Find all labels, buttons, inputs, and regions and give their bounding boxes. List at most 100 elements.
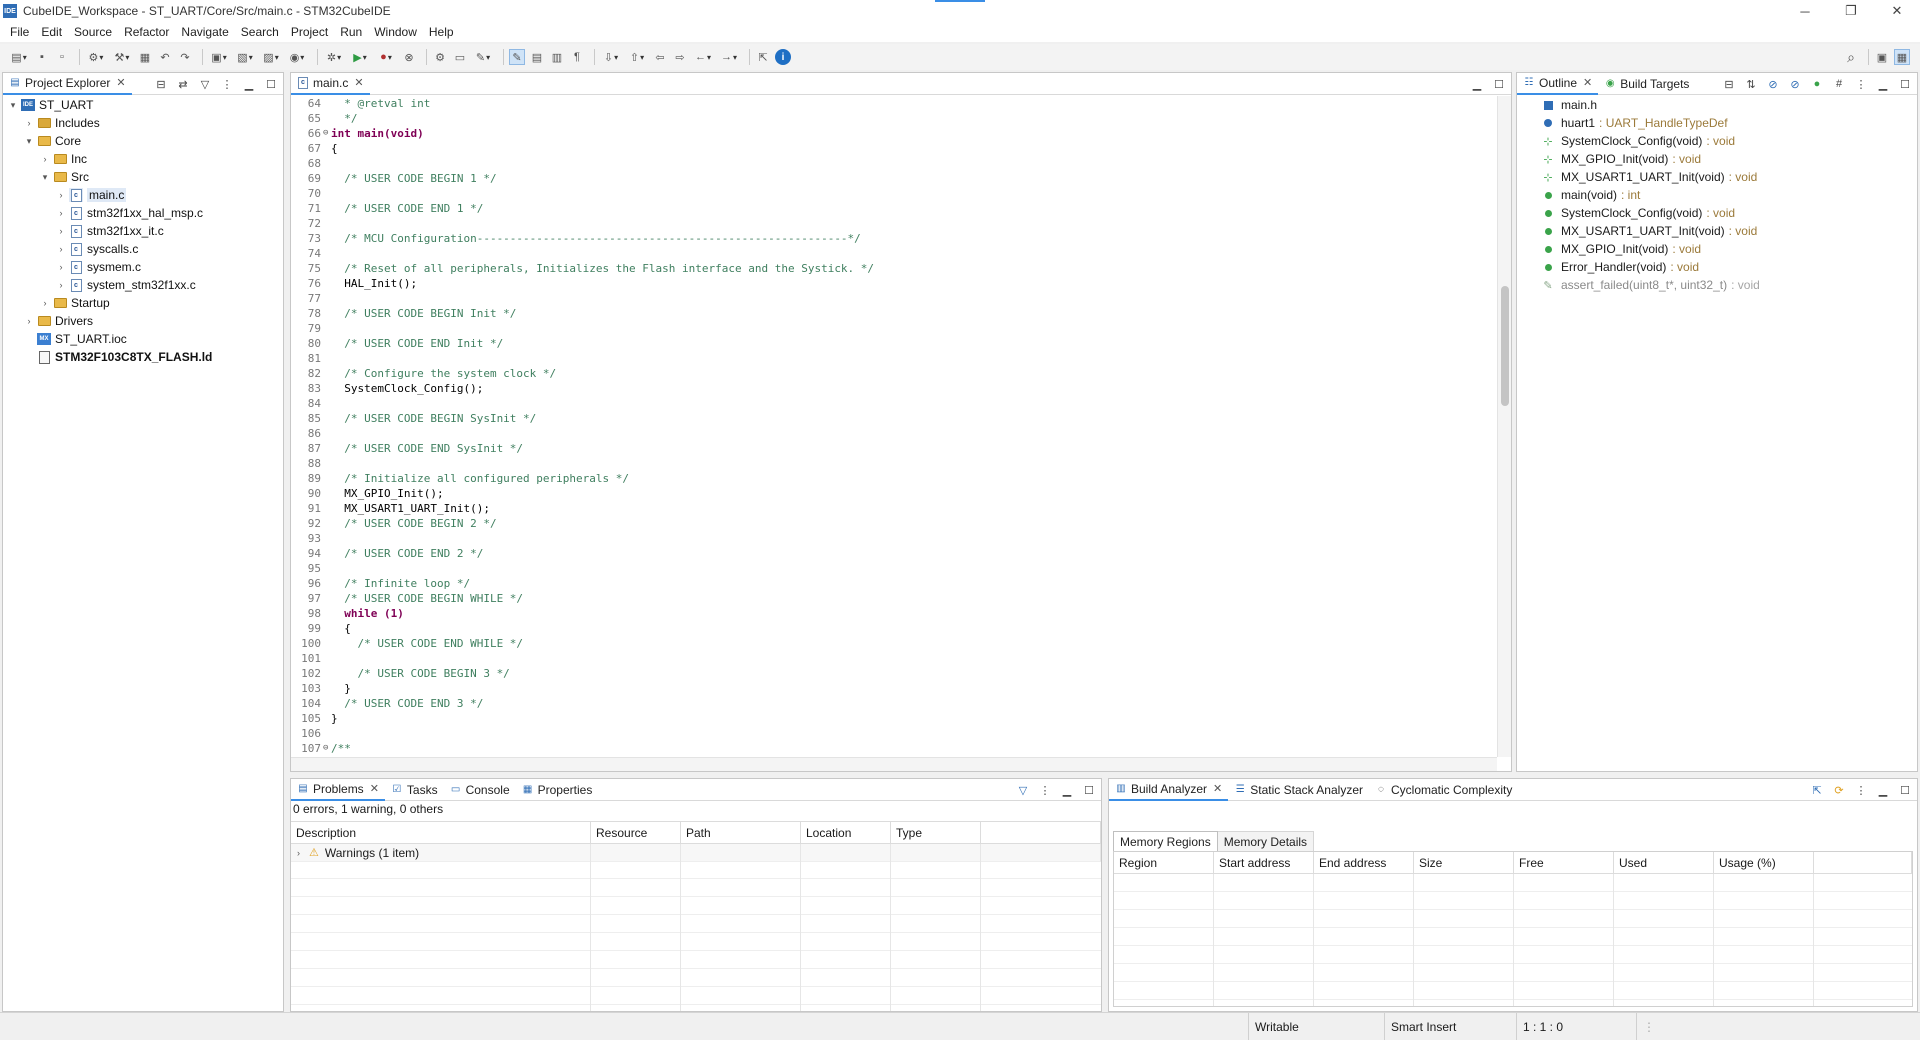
new-class-icon[interactable]: ◉: [286, 49, 308, 65]
column-header-start-address[interactable]: Start address: [1214, 852, 1314, 874]
column-header-usage[interactable]: Usage (%): [1714, 852, 1814, 874]
code-line[interactable]: 67 {: [291, 141, 1497, 156]
column-header-free[interactable]: Free: [1514, 852, 1614, 874]
fold-toggle-icon[interactable]: [323, 201, 331, 216]
tree-item-system-stm32[interactable]: › c system_stm32f1xx.c: [3, 276, 283, 294]
column-header-used[interactable]: Used: [1614, 852, 1714, 874]
tree-item-core[interactable]: ▾ Core: [3, 132, 283, 150]
subtab-memory-details[interactable]: Memory Details: [1217, 831, 1315, 851]
tree-item-ld[interactable]: STM32F103C8TX_FLASH.ld: [3, 348, 283, 366]
menu-source[interactable]: Source: [68, 25, 118, 39]
debug-icon[interactable]: ✲: [323, 49, 345, 65]
fold-toggle-icon[interactable]: [323, 636, 331, 651]
tree-item-startup[interactable]: › Startup: [3, 294, 283, 312]
fold-toggle-icon[interactable]: [323, 246, 331, 261]
menu-help[interactable]: Help: [423, 25, 460, 39]
expand-toggle[interactable]: ›: [297, 848, 309, 858]
fold-toggle-icon[interactable]: [323, 696, 331, 711]
code-line[interactable]: 89 /* Initialize all configured peripher…: [291, 471, 1497, 486]
restore-button[interactable]: ❐: [1828, 0, 1874, 22]
code-line[interactable]: 91 MX_USART1_UART_Init();: [291, 501, 1497, 516]
code-line[interactable]: 99 {: [291, 621, 1497, 636]
close-icon[interactable]: ✕: [1213, 782, 1222, 795]
close-icon[interactable]: ✕: [1583, 76, 1592, 89]
tab-main-c[interactable]: c main.c ✕: [291, 73, 370, 95]
expand-toggle[interactable]: ›: [23, 118, 35, 128]
menu-file[interactable]: File: [4, 25, 35, 39]
expand-toggle[interactable]: ›: [39, 154, 51, 164]
new-project-icon[interactable]: ▣: [208, 49, 230, 65]
column-header-region[interactable]: Region: [1114, 852, 1214, 874]
code-line[interactable]: 69 /* USER CODE BEGIN 1 */: [291, 171, 1497, 186]
block-select-icon[interactable]: ▥: [549, 49, 565, 65]
fold-toggle-icon[interactable]: [323, 531, 331, 546]
code-line[interactable]: 102 /* USER CODE BEGIN 3 */: [291, 666, 1497, 681]
menu-project[interactable]: Project: [285, 25, 334, 39]
terminate-icon[interactable]: ⊗: [401, 49, 417, 65]
tree-item-includes[interactable]: › Includes: [3, 114, 283, 132]
code-line[interactable]: 105}: [291, 711, 1497, 726]
status-insert-mode[interactable]: Smart Insert: [1384, 1013, 1516, 1040]
fold-toggle-icon[interactable]: [323, 501, 331, 516]
code-line[interactable]: 100 /* USER CODE END WHILE */: [291, 636, 1497, 651]
outline-item[interactable]: ⊹ SystemClock_Config(void): void: [1517, 132, 1917, 150]
minimize-view-icon[interactable]: ▁: [1059, 782, 1075, 798]
view-menu-icon[interactable]: ⋮: [219, 76, 235, 92]
menu-run[interactable]: Run: [334, 25, 368, 39]
outline-item[interactable]: huart1: UART_HandleTypeDef: [1517, 114, 1917, 132]
code-line[interactable]: 86: [291, 426, 1497, 441]
forward-icon[interactable]: →: [718, 49, 740, 65]
tab-project-explorer[interactable]: ▤ Project Explorer ✕: [3, 73, 132, 95]
expand-toggle[interactable]: ›: [23, 316, 35, 326]
view-menu-icon[interactable]: ⋮: [1037, 782, 1053, 798]
filter-icon[interactable]: ▽: [1015, 782, 1031, 798]
code-line[interactable]: 78 /* USER CODE BEGIN Init */: [291, 306, 1497, 321]
menu-refactor[interactable]: Refactor: [118, 25, 175, 39]
collapse-all-icon[interactable]: ⊟: [1721, 76, 1737, 92]
tab-static-stack-analyzer[interactable]: ☰ Static Stack Analyzer: [1228, 779, 1369, 801]
external-tools-icon[interactable]: ●: [375, 49, 397, 65]
build-all-icon[interactable]: ▦: [137, 49, 153, 65]
refresh-icon[interactable]: ⟳: [1831, 782, 1847, 798]
tree-item-st-uart[interactable]: ▾ IDE ST_UART: [3, 96, 283, 114]
code-line[interactable]: 73 /* MCU Configuration-----------------…: [291, 231, 1497, 246]
maximize-view-icon[interactable]: ☐: [1081, 782, 1097, 798]
tab-properties[interactable]: ▦ Properties: [516, 779, 599, 801]
code-line[interactable]: 84: [291, 396, 1497, 411]
expand-toggle[interactable]: ▾: [23, 136, 35, 147]
fold-toggle-icon[interactable]: [323, 276, 331, 291]
subtab-memory-regions[interactable]: Memory Regions: [1113, 831, 1218, 851]
outline-item[interactable]: Error_Handler(void): void: [1517, 258, 1917, 276]
fold-toggle-icon[interactable]: [323, 411, 331, 426]
outline-item[interactable]: SystemClock_Config(void): void: [1517, 204, 1917, 222]
hide-non-public-icon[interactable]: ●: [1809, 76, 1825, 92]
tree-item-it[interactable]: › c stm32f1xx_it.c: [3, 222, 283, 240]
code-line[interactable]: 95: [291, 561, 1497, 576]
fold-toggle-icon[interactable]: [323, 471, 331, 486]
tab-build-analyzer[interactable]: ▥ Build Analyzer ✕: [1109, 779, 1229, 801]
fold-toggle-icon[interactable]: [323, 216, 331, 231]
code-line[interactable]: 101: [291, 651, 1497, 666]
warnings-cell[interactable]: › ⚠ Warnings (1 item): [291, 844, 591, 862]
expand-toggle[interactable]: ›: [55, 208, 67, 218]
fold-toggle-icon[interactable]: [323, 486, 331, 501]
code-line[interactable]: 93: [291, 531, 1497, 546]
fold-toggle-icon[interactable]: [323, 396, 331, 411]
outline-item[interactable]: MX_GPIO_Init(void): void: [1517, 240, 1917, 258]
fold-toggle-icon[interactable]: [323, 336, 331, 351]
fold-toggle-icon[interactable]: [323, 186, 331, 201]
code-line[interactable]: 76 HAL_Init();: [291, 276, 1497, 291]
tree-item-drivers[interactable]: › Drivers: [3, 312, 283, 330]
hide-static-icon[interactable]: ⊘: [1787, 76, 1803, 92]
code-editor[interactable]: 64 * @retval int 65 */66 ⊖ int main(void) 67…: [291, 96, 1497, 757]
fold-toggle-icon[interactable]: [323, 666, 331, 681]
tab-outline[interactable]: ☷ Outline ✕: [1517, 73, 1599, 95]
menu-navigate[interactable]: Navigate: [175, 25, 234, 39]
expand-toggle[interactable]: ›: [55, 190, 67, 200]
code-line[interactable]: 66 ⊖ int main(void): [291, 126, 1497, 141]
search-tool-icon[interactable]: ✎: [472, 49, 494, 65]
mark-occurrences-icon[interactable]: ▤: [529, 49, 545, 65]
show-whitespace-icon[interactable]: ¶: [569, 49, 585, 65]
tab-build-targets[interactable]: ◉ Build Targets: [1598, 73, 1695, 95]
undo-icon[interactable]: ↶: [157, 49, 173, 65]
